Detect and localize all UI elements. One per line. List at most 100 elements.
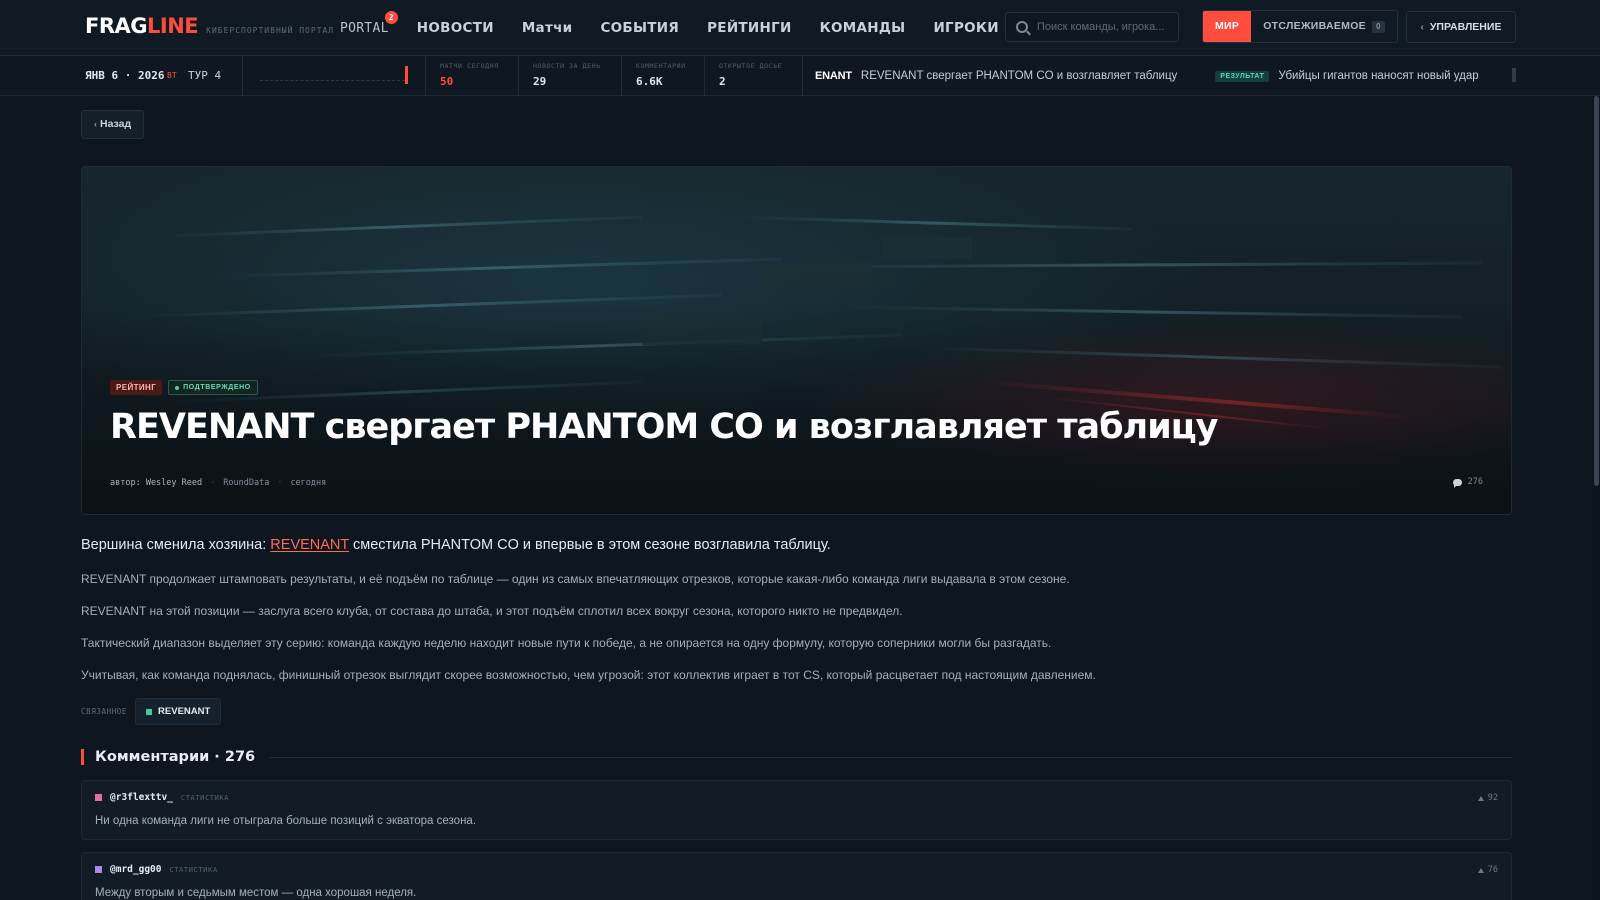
- article-paragraph: REVENANT на этой позиции — заслуга всего…: [81, 604, 903, 618]
- article-date: сегодня: [290, 478, 327, 488]
- nav-item-teams[interactable]: КОМАНДЫ: [820, 20, 906, 36]
- meta-separator: ·: [277, 478, 283, 488]
- article-meta: автор: Wesley Reed · RoundData · сегодня: [110, 478, 326, 488]
- stat-value: 2: [719, 75, 726, 88]
- upvote-icon: [1477, 867, 1484, 873]
- ticker-team-name: ENANT: [815, 70, 852, 82]
- stat-label: открытое досье: [719, 62, 783, 70]
- scope-world-button[interactable]: МИР: [1203, 11, 1252, 42]
- comment-username[interactable]: @mrd_gg00: [110, 864, 161, 875]
- search-box[interactable]: [1005, 12, 1179, 42]
- top-navigation-bar: FRAGLINE киберспортивный портал PORTAL 2…: [0, 0, 1600, 56]
- article-source[interactable]: RoundData: [223, 478, 269, 488]
- stat-value: 50: [440, 75, 454, 88]
- article-tags: РЕЙТИНГ ПОДТВЕРЖДЕНО: [110, 380, 258, 395]
- main-nav: PORTAL 2 НОВОСТИ Матчи СОБЫТИЯ РЕЙТИНГИ …: [340, 0, 1027, 56]
- comment-role: статистика: [180, 793, 230, 802]
- back-button[interactable]: ‹ Назад: [81, 110, 145, 139]
- related-label: связанное: [81, 707, 128, 716]
- article-paragraph: Учитывая, как команда поднялась, финишны…: [81, 668, 1096, 682]
- comments-header: Комментарии · 276: [81, 747, 1512, 767]
- ticker-weekday: ВТ: [167, 71, 177, 80]
- comment-header: @mrd_gg00 статистика: [95, 864, 218, 875]
- stat-label: комментарии: [636, 62, 686, 70]
- ticker-headline[interactable]: REVENANT свергает PHANTOM CO и возглавля…: [861, 70, 1177, 82]
- news-ticker: ENANT REVENANT свергает PHANTOM CO и воз…: [815, 56, 1515, 96]
- stats-ticker: ЯНВ 6 · 2026 ВТ ТУР 4 матчи сегодня 50 н…: [0, 56, 1600, 96]
- hero-gradient-overlay: [82, 167, 1511, 514]
- article-title: REVENANT свергает PHANTOM CO и возглавля…: [110, 407, 1218, 447]
- search-input[interactable]: [1037, 21, 1177, 33]
- team-color-icon: [146, 708, 153, 715]
- meta-separator: ·: [210, 478, 216, 488]
- article-paragraph: REVENANT продолжает штамповать результат…: [81, 572, 1070, 586]
- manage-label: УПРАВЛЕНИЕ: [1429, 21, 1502, 33]
- progress-marker: [405, 66, 408, 84]
- team-link[interactable]: REVENANT: [270, 537, 349, 553]
- comment-count: 276: [1467, 477, 1483, 487]
- comment-text: Ни одна команда лиги не отыграла больше …: [95, 815, 477, 827]
- nav-item-news[interactable]: НОВОСТИ: [417, 20, 494, 36]
- comment-text: Между вторым и седьмым местом — одна хор…: [95, 887, 417, 899]
- stat-news-today: новости за день 29: [533, 62, 601, 88]
- ticker-headline[interactable]: Убийцы гигантов наносят новый удар: [1278, 70, 1478, 82]
- scrollbar-thumb[interactable]: [1594, 96, 1599, 486]
- scope-toggle: МИР ОТСЛЕЖИВАЕМОЕ 0: [1202, 10, 1398, 43]
- stat-open-dossier: открытое досье 2: [719, 62, 782, 88]
- tracked-count-badge: 0: [1371, 21, 1385, 33]
- comment-role: статистика: [169, 865, 218, 874]
- notification-badge: 2: [384, 10, 398, 24]
- divider: [802, 56, 803, 96]
- comment-bubble-icon: [1452, 478, 1462, 488]
- nav-item-rankings[interactable]: РЕЙТИНГИ: [707, 20, 792, 36]
- progress-track: [260, 80, 405, 81]
- category-tag[interactable]: РЕЙТИНГ: [110, 380, 163, 395]
- nav-item-portal[interactable]: PORTAL 2: [340, 10, 398, 36]
- divider: [269, 756, 1512, 758]
- nav-item-events[interactable]: СОБЫТИЯ: [600, 20, 679, 36]
- user-color-icon: [95, 866, 102, 873]
- comments-title: Комментарии · 276: [95, 749, 256, 765]
- chevron-left-icon: ‹: [94, 119, 97, 129]
- ticker-result-badge: РЕЗУЛЬТАТ: [1215, 70, 1270, 82]
- scope-tracked-button[interactable]: ОТСЛЕЖИВАЕМОЕ 0: [1251, 11, 1397, 42]
- stat-value: 6.6K: [636, 75, 663, 88]
- status-dot-icon: [175, 385, 180, 390]
- article-lead: Вершина сменила хозяина: REVENANT смести…: [81, 537, 831, 553]
- chevron-left-icon: ‹: [1420, 21, 1424, 33]
- back-label: Назад: [100, 118, 132, 130]
- upvote-button[interactable]: 92: [1477, 793, 1498, 803]
- ticker-edge-marker: [1512, 68, 1516, 82]
- divider: [704, 56, 705, 96]
- status-badge: ПОДТВЕРЖДЕНО: [168, 380, 258, 395]
- brand-logo[interactable]: FRAGLINE киберспортивный портал: [85, 14, 334, 38]
- brand-name: FRAGLINE: [85, 14, 199, 38]
- divider: [518, 56, 519, 96]
- related-section: связанное REVENANT: [81, 698, 222, 725]
- manage-button[interactable]: ‹ УПРАВЛЕНИЕ: [1406, 11, 1516, 43]
- stat-comments: комментарии 6.6K: [636, 62, 686, 88]
- article-paragraph: Тактический диапазон выделяет эту серию:…: [81, 636, 1052, 650]
- search-icon: [1016, 21, 1028, 33]
- article-author[interactable]: автор: Wesley Reed: [110, 478, 202, 488]
- article-hero: РЕЙТИНГ ПОДТВЕРЖДЕНО REVENANT свергает P…: [81, 166, 1512, 515]
- divider: [621, 56, 622, 96]
- comment-count-link[interactable]: 276: [1452, 477, 1483, 488]
- comment-card: @r3flexttv_ статистика 92 Ни одна команд…: [81, 780, 1512, 840]
- brand-subtitle: киберспортивный портал: [206, 26, 335, 35]
- comment-card: @mrd_gg00 статистика 76 Между вторым и с…: [81, 852, 1512, 900]
- divider: [425, 56, 426, 96]
- comment-username[interactable]: @r3flexttv_: [110, 792, 173, 803]
- comment-header: @r3flexttv_ статистика: [95, 792, 229, 803]
- ticker-round: ТУР 4: [188, 69, 222, 82]
- section-accent-bar: [81, 749, 84, 765]
- upvote-button[interactable]: 76: [1477, 865, 1498, 875]
- nav-item-matches[interactable]: Матчи: [522, 20, 573, 36]
- stat-label: матчи сегодня: [440, 62, 499, 70]
- stat-value: 29: [533, 75, 547, 88]
- stat-label: новости за день: [533, 62, 601, 70]
- user-color-icon: [95, 794, 102, 801]
- nav-item-players[interactable]: ИГРОКИ: [933, 20, 998, 36]
- related-team-chip[interactable]: REVENANT: [135, 698, 222, 725]
- divider: [242, 56, 243, 96]
